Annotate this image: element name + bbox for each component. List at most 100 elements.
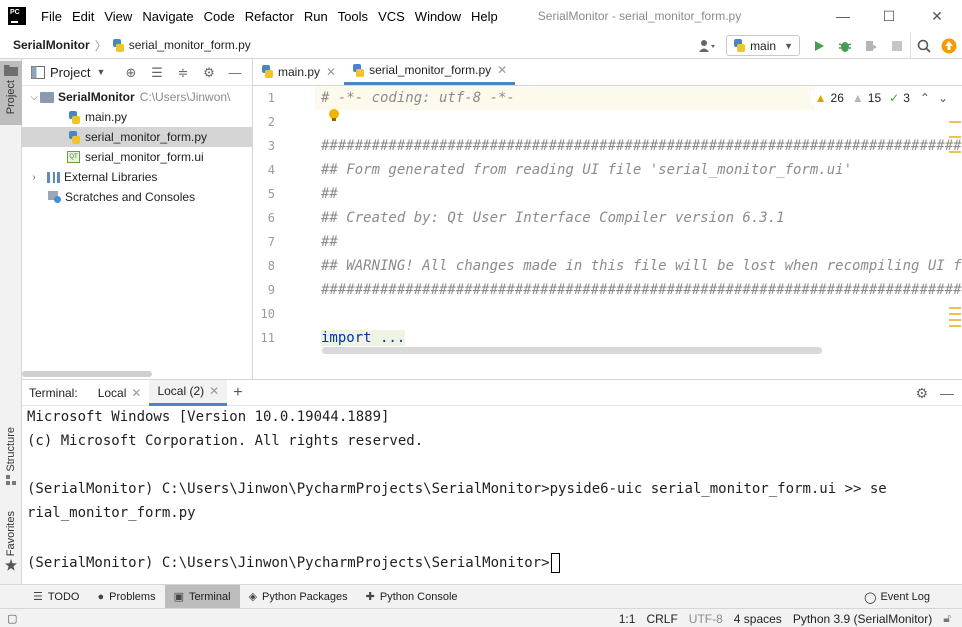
menu-edit[interactable]: Edit <box>67 9 99 24</box>
menu-refactor[interactable]: Refactor <box>240 9 299 24</box>
editor-tabs: main.py ✕ serial_monitor_form.py ✕ <box>253 59 962 86</box>
menu-tools[interactable]: Tools <box>333 9 373 24</box>
code-line: ## Created by: Qt User Interface Compile… <box>321 210 785 226</box>
coverage-icon[interactable] <box>858 32 884 59</box>
minimize-button[interactable]: — <box>820 0 866 32</box>
expand-all-icon[interactable]: ☰ <box>144 65 170 81</box>
code-line-folded-import[interactable]: import ... <box>321 330 406 346</box>
tree-item-main-py[interactable]: main.py <box>22 107 252 127</box>
user-account-icon[interactable] <box>694 32 720 59</box>
tree-item-label: Scratches and Consoles <box>65 190 196 204</box>
chevron-down-icon[interactable]: ⌄ <box>938 91 948 105</box>
gear-icon[interactable]: ⚙ <box>196 65 222 81</box>
close-tab-icon[interactable]: ✕ <box>326 65 336 79</box>
star-icon <box>5 559 17 572</box>
problems-info-icon: ● <box>97 590 105 603</box>
todo-tool-button[interactable]: ☰ TODO <box>24 585 88 609</box>
code-line: # -*- coding: utf-8 -*- <box>321 90 515 106</box>
hide-panel-icon[interactable]: — <box>222 65 248 80</box>
terminal-output[interactable]: Microsoft Windows [Version 10.0.19044.18… <box>22 407 962 585</box>
python-packages-tool-button[interactable]: ◈ Python Packages <box>240 585 357 609</box>
tab-main-py[interactable]: main.py ✕ <box>253 58 344 85</box>
terminal-cursor <box>550 553 560 573</box>
tab-serial-monitor-form-py[interactable]: serial_monitor_form.py ✕ <box>344 58 516 85</box>
update-icon[interactable] <box>936 32 962 59</box>
close-tab-icon[interactable]: ✕ <box>209 384 219 398</box>
structure-tool-tab[interactable]: Structure <box>0 427 22 493</box>
error-stripe[interactable] <box>948 111 962 341</box>
menu-vcs[interactable]: VCS <box>373 9 410 24</box>
tree-root-path: C:\Users\Jinwon\ <box>139 90 231 104</box>
title-bar: PC File Edit View Navigate Code Refactor… <box>0 0 962 32</box>
tree-item-serial-monitor-form-py[interactable]: serial_monitor_form.py <box>22 127 252 147</box>
menu-help[interactable]: Help <box>466 9 503 24</box>
terminal-prompt-line: (SerialMonitor) C:\Users\Jinwon\PycharmP… <box>27 553 560 573</box>
chevron-down-icon: ▼ <box>784 40 793 51</box>
terminal-tab-local-2[interactable]: Local (2) ✕ <box>149 379 228 406</box>
terminal-header: Terminal: Local ✕ Local (2) ✕ + ⚙ — <box>22 379 962 406</box>
tree-root-label: SerialMonitor <box>58 90 135 104</box>
caret-position[interactable]: 1:1 <box>619 612 636 626</box>
event-log-button[interactable]: ◯ Event Log <box>864 585 930 609</box>
project-tool-label: Project <box>5 80 17 115</box>
project-horizontal-scrollbar[interactable] <box>22 371 152 377</box>
inspection-widget[interactable]: ▲ 26 ▲ 15 ✓ 3 ⌃ ⌄ <box>810 91 948 105</box>
stop-icon[interactable] <box>884 32 910 59</box>
tree-project-root[interactable]: ⌵ SerialMonitor C:\Users\Jinwon\ <box>22 87 252 107</box>
maximize-button[interactable]: ☐ <box>866 0 912 32</box>
editor-horizontal-scrollbar[interactable] <box>322 347 822 354</box>
chevron-down-icon: ▼ <box>96 67 106 77</box>
favorites-tool-tab[interactable]: Favorites <box>0 511 22 579</box>
python-console-tool-button[interactable]: ✚ Python Console <box>357 585 467 609</box>
tree-item-serial-monitor-form-ui[interactable]: QT serial_monitor_form.ui <box>22 147 252 167</box>
terminal-tool-button[interactable]: ▣ Terminal <box>164 584 240 609</box>
terminal-tab-local[interactable]: Local ✕ <box>90 380 150 406</box>
toggle-tool-windows-icon[interactable]: ▢ <box>7 612 17 625</box>
search-icon[interactable] <box>910 32 936 59</box>
python-interpreter[interactable]: Python 3.9 (SerialMonitor) <box>793 612 932 626</box>
menu-navigate[interactable]: Navigate <box>137 9 198 24</box>
tool-button-label: Python Packages <box>262 590 348 603</box>
run-config-label: main <box>750 38 777 53</box>
project-tool-tab[interactable]: Project <box>0 61 22 125</box>
code-editor: main.py ✕ serial_monitor_form.py ✕ 1 2 3… <box>253 59 962 379</box>
menu-view[interactable]: View <box>99 9 137 24</box>
indent-setting[interactable]: 4 spaces <box>734 612 782 626</box>
debug-icon[interactable] <box>832 32 858 59</box>
new-terminal-tab-icon[interactable]: + <box>233 384 242 402</box>
run-configuration-selector[interactable]: main ▼ <box>726 35 800 56</box>
breadcrumb-file[interactable]: serial_monitor_form.py <box>112 38 251 52</box>
problems-tool-button[interactable]: ● Problems <box>88 585 164 609</box>
window-title: SerialMonitor - serial_monitor_form.py <box>537 9 742 23</box>
menu-run[interactable]: Run <box>299 9 333 24</box>
code-line: ########################################… <box>321 138 962 154</box>
lock-icon[interactable]: 🔓︎ <box>943 611 951 626</box>
navigation-bar: SerialMonitor 〉 serial_monitor_form.py m… <box>0 32 962 59</box>
menu-window[interactable]: Window <box>410 9 466 24</box>
file-encoding[interactable]: UTF-8 <box>689 612 723 626</box>
code-area[interactable]: # -*- coding: utf-8 -*- ################… <box>321 86 962 379</box>
line-separator[interactable]: CRLF <box>646 612 677 626</box>
chevron-right-icon[interactable]: › <box>28 172 40 183</box>
close-window-button[interactable]: ✕ <box>914 0 960 32</box>
close-tab-icon[interactable]: ✕ <box>497 63 507 77</box>
breadcrumb-project[interactable]: SerialMonitor <box>13 38 90 52</box>
terminal-line: Microsoft Windows [Version 10.0.19044.18… <box>27 409 390 425</box>
tree-external-libraries[interactable]: › External Libraries <box>22 167 252 187</box>
menu-file[interactable]: File <box>36 9 67 24</box>
menu-code[interactable]: Code <box>199 9 240 24</box>
collapse-all-icon[interactable]: ≑ <box>170 65 196 81</box>
line-number: 10 <box>260 307 275 321</box>
locate-file-icon[interactable]: ⊕ <box>118 65 144 81</box>
tree-scratches-consoles[interactable]: Scratches and Consoles <box>22 187 252 207</box>
line-number: 1 <box>267 91 275 105</box>
hide-panel-icon[interactable]: — <box>940 385 954 401</box>
run-icon[interactable] <box>806 32 832 59</box>
project-view-selector[interactable]: Project ▼ <box>31 65 105 80</box>
chevron-down-icon[interactable]: ⌵ <box>28 92 40 103</box>
gear-icon[interactable]: ⚙ <box>915 385 928 402</box>
code-line: ## Form generated from reading UI file '… <box>321 162 853 178</box>
chevron-up-icon[interactable]: ⌃ <box>920 91 930 105</box>
breadcrumb-separator: 〉 <box>94 38 107 53</box>
close-tab-icon[interactable]: ✕ <box>131 386 141 400</box>
